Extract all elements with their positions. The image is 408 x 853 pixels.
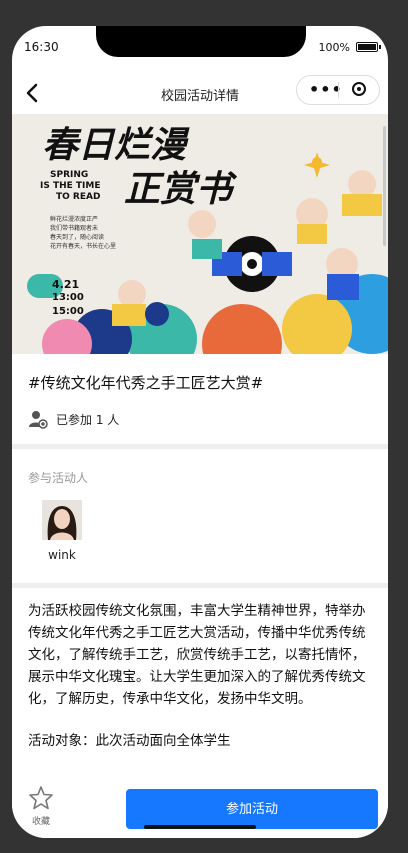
content-scroll[interactable]: 春日烂漫 正赏书 SPRING IS THE TIME TO READ 鲜花烂漫… [12,114,388,774]
poster-slogan-line2: IS THE TIME [40,181,101,191]
favorite-label: 收藏 [31,817,50,827]
navigation-bar: 校园活动详情 ••• [12,74,388,114]
joined-count-row: 已参加 1 人 [28,409,372,429]
poster-blurb-line3: 春天到了，随心阅读 [50,234,105,241]
status-time: 16:30 [24,40,59,54]
poster-time2: 15:00 [52,306,84,317]
activity-info: #传统文化年代秀之手工匠艺大赏# 已参加 1 人 [12,354,388,444]
favorite-button[interactable]: 收藏 [26,784,56,827]
user-add-icon [29,411,48,429]
battery-icon [356,42,381,52]
poster-slogan-line1: SPRING [50,170,89,180]
participants-label: 参与活动人 [28,471,89,485]
poster-title-line2: 正赏书 [124,169,233,210]
scrollbar[interactable] [383,126,386,246]
notch [96,26,306,57]
close-target-icon[interactable] [352,82,366,96]
participant-avatar[interactable] [42,500,82,540]
poster-date: 4.21 [52,278,80,291]
capsule-divider [338,82,339,98]
poster-slogan-line3: TO READ [56,192,101,202]
participants-section: 参与活动人 wink [12,449,388,583]
poster-blurb-line4: 花开有春天，书长在心里 [50,243,117,250]
participant-name: wink [48,548,76,562]
activity-poster: 春日烂漫 正赏书 SPRING IS THE TIME TO READ 鲜花烂漫… [12,114,388,354]
activity-title: #传统文化年代秀之手工匠艺大赏# [28,374,264,392]
activity-description: 为活跃校园传统文化氛围，丰富大学生精神世界，特举办传统文化年代秀之手工匠艺大赏活… [28,603,366,707]
poster-blurb-line2: 我们带书籍观者未 [50,225,99,232]
phone-screen: 16:30 100% 校园活动详情 ••• 春日烂漫 正赏书 SPRING IS… [12,26,388,838]
poster-blurb-line1: 鲜花烂漫浓度正严 [50,216,99,223]
battery-percent: 100% [318,41,350,54]
mini-program-capsule: ••• [296,75,380,105]
star-icon [29,786,53,810]
description-section: 为活跃校园传统文化氛围，丰富大学生精神世界，特举办传统文化年代秀之手工匠艺大赏活… [12,588,388,752]
participant-item[interactable]: wink [42,500,82,562]
activity-target: 活动对象：此次活动面向全体学生 [28,733,231,749]
poster-time1: 13:00 [52,292,84,303]
home-indicator [144,825,256,829]
joined-count-text: 已参加 1 人 [56,412,120,427]
join-activity-button[interactable]: 参加活动 [126,789,378,829]
